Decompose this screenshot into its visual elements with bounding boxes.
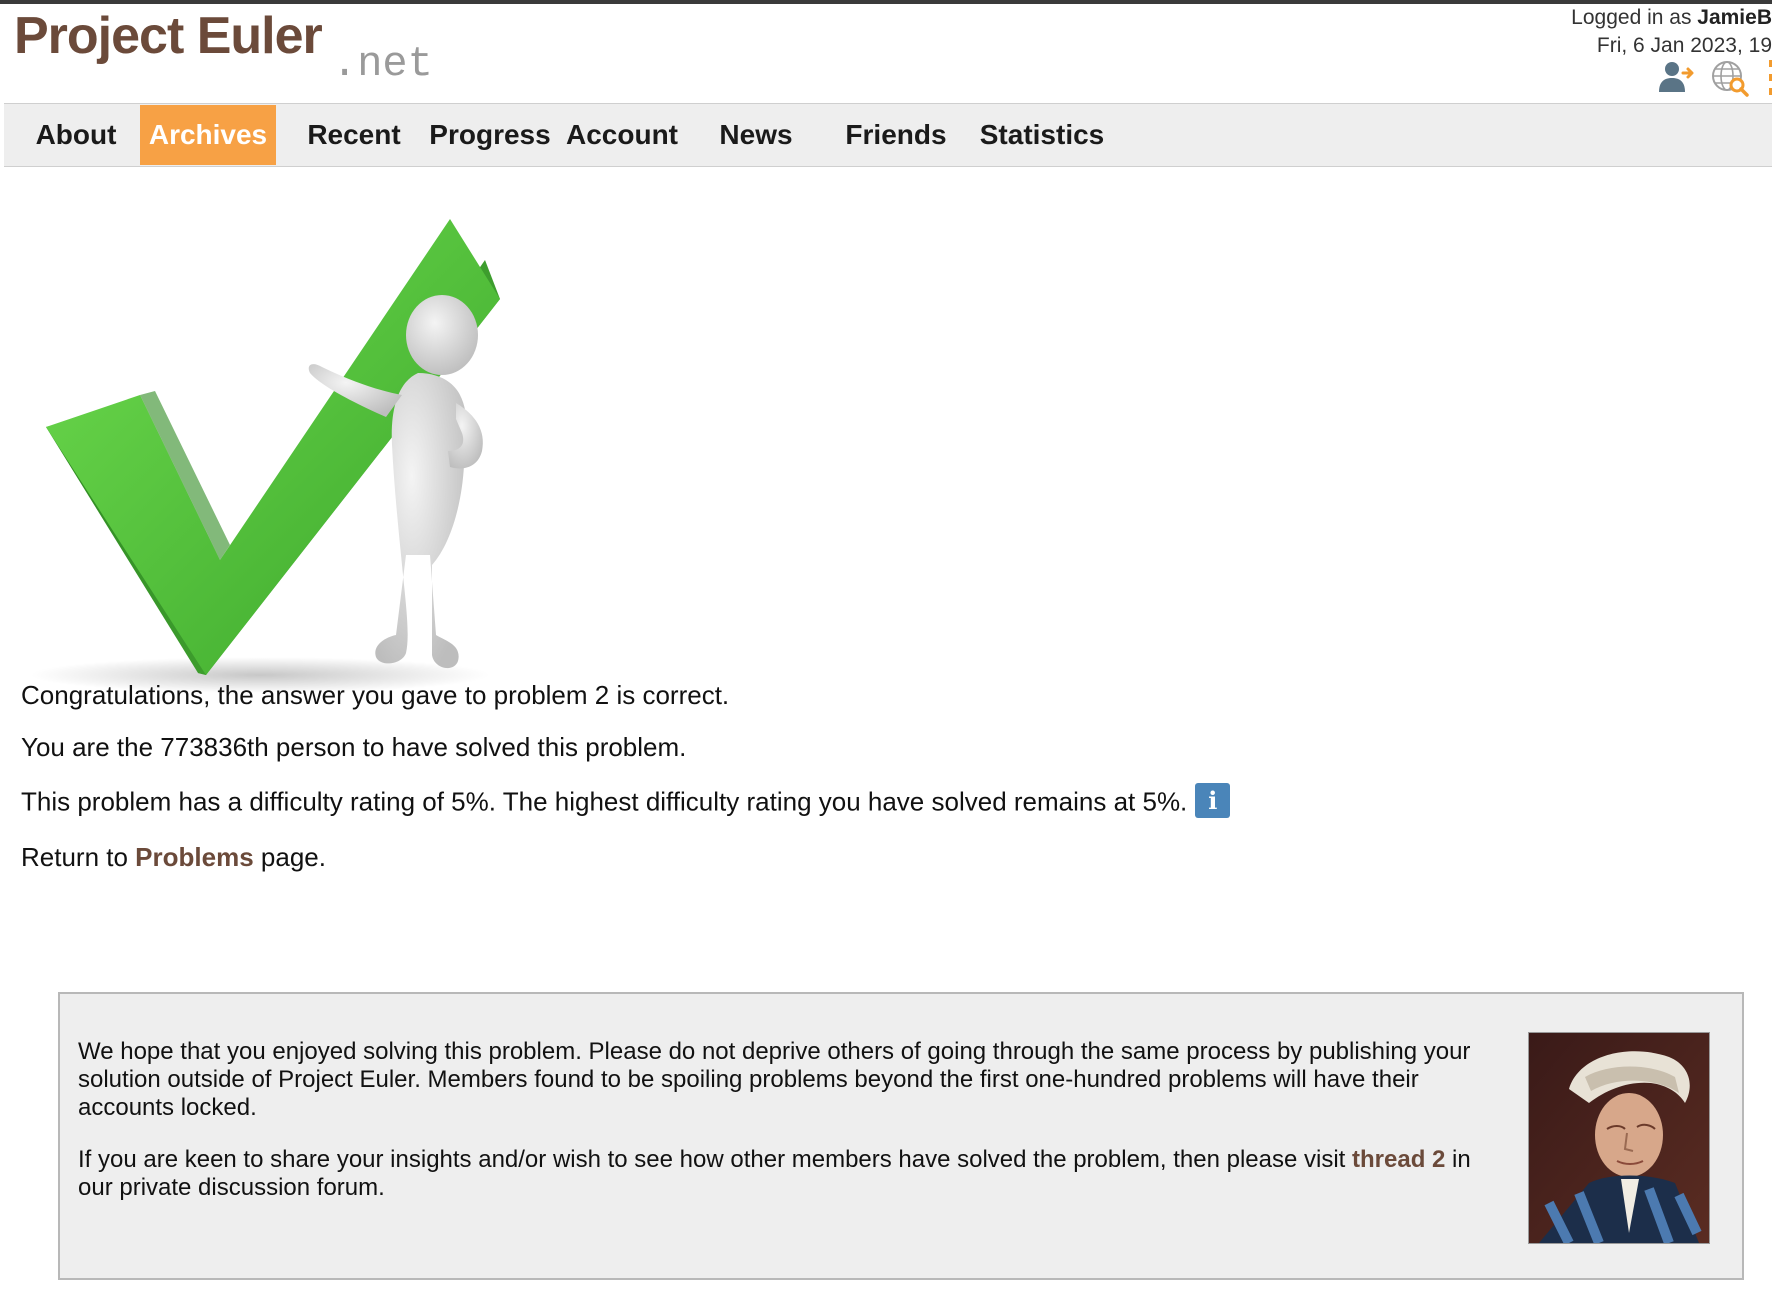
congrats-message: Congratulations, the answer you gave to … [21, 680, 730, 710]
globe-search-icon[interactable] [1710, 58, 1750, 98]
nav-progress[interactable]: Progress [424, 105, 556, 165]
nav-recent[interactable]: Recent [292, 105, 416, 165]
problems-link[interactable]: Problems [135, 842, 254, 872]
notice-forum-prefix: If you are keen to share your insights a… [78, 1146, 1353, 1173]
username[interactable]: JamieB [1697, 6, 1772, 29]
logged-in-line: Logged in as JamieB [1571, 4, 1772, 32]
return-prefix: Return to [21, 842, 136, 872]
return-suffix: page. [253, 842, 326, 872]
difficulty-line: This problem has a difficulty rating of … [21, 783, 1231, 821]
return-line: Return to Problems page. [21, 842, 326, 873]
account-icon-bar [1656, 58, 1772, 98]
correct-checkmark-image [30, 205, 570, 695]
solver-rank-message: You are the 773836th person to have solv… [21, 732, 687, 762]
nav-news[interactable]: News [704, 105, 808, 165]
nav-about[interactable]: About [22, 105, 130, 165]
notice-paragraph-1: We hope that you enjoyed solving this pr… [78, 1038, 1471, 1121]
logged-in-label: Logged in as [1571, 6, 1698, 29]
nav-account[interactable]: Account [560, 105, 684, 165]
menu-dots-icon[interactable] [1764, 58, 1772, 98]
user-arrow-icon[interactable] [1656, 58, 1696, 98]
euler-portrait [1528, 1032, 1710, 1244]
nav-friends[interactable]: Friends [834, 105, 958, 165]
logo-main-text: Project Euler [14, 7, 323, 65]
nav-statistics[interactable]: Statistics [968, 105, 1116, 165]
nav-archives[interactable]: Archives [140, 105, 276, 165]
thread-link[interactable]: thread 2 [1352, 1146, 1445, 1173]
top-border [0, 0, 1772, 4]
info-icon[interactable]: i [1195, 783, 1231, 818]
main-nav: About Archives Recent Progress Account N… [4, 103, 1772, 167]
current-datetime: Fri, 6 Jan 2023, 19 [1596, 34, 1772, 57]
logo-sub-text: .net [332, 40, 433, 88]
spoiler-notice: We hope that you enjoyed solving this pr… [58, 992, 1744, 1280]
account-status: Logged in as JamieB Fri, 6 Jan 2023, 19 [1571, 4, 1772, 60]
notice-paragraph-2: If you are keen to share your insights a… [78, 1146, 1508, 1202]
difficulty-message: This problem has a difficulty rating of … [21, 786, 1188, 817]
